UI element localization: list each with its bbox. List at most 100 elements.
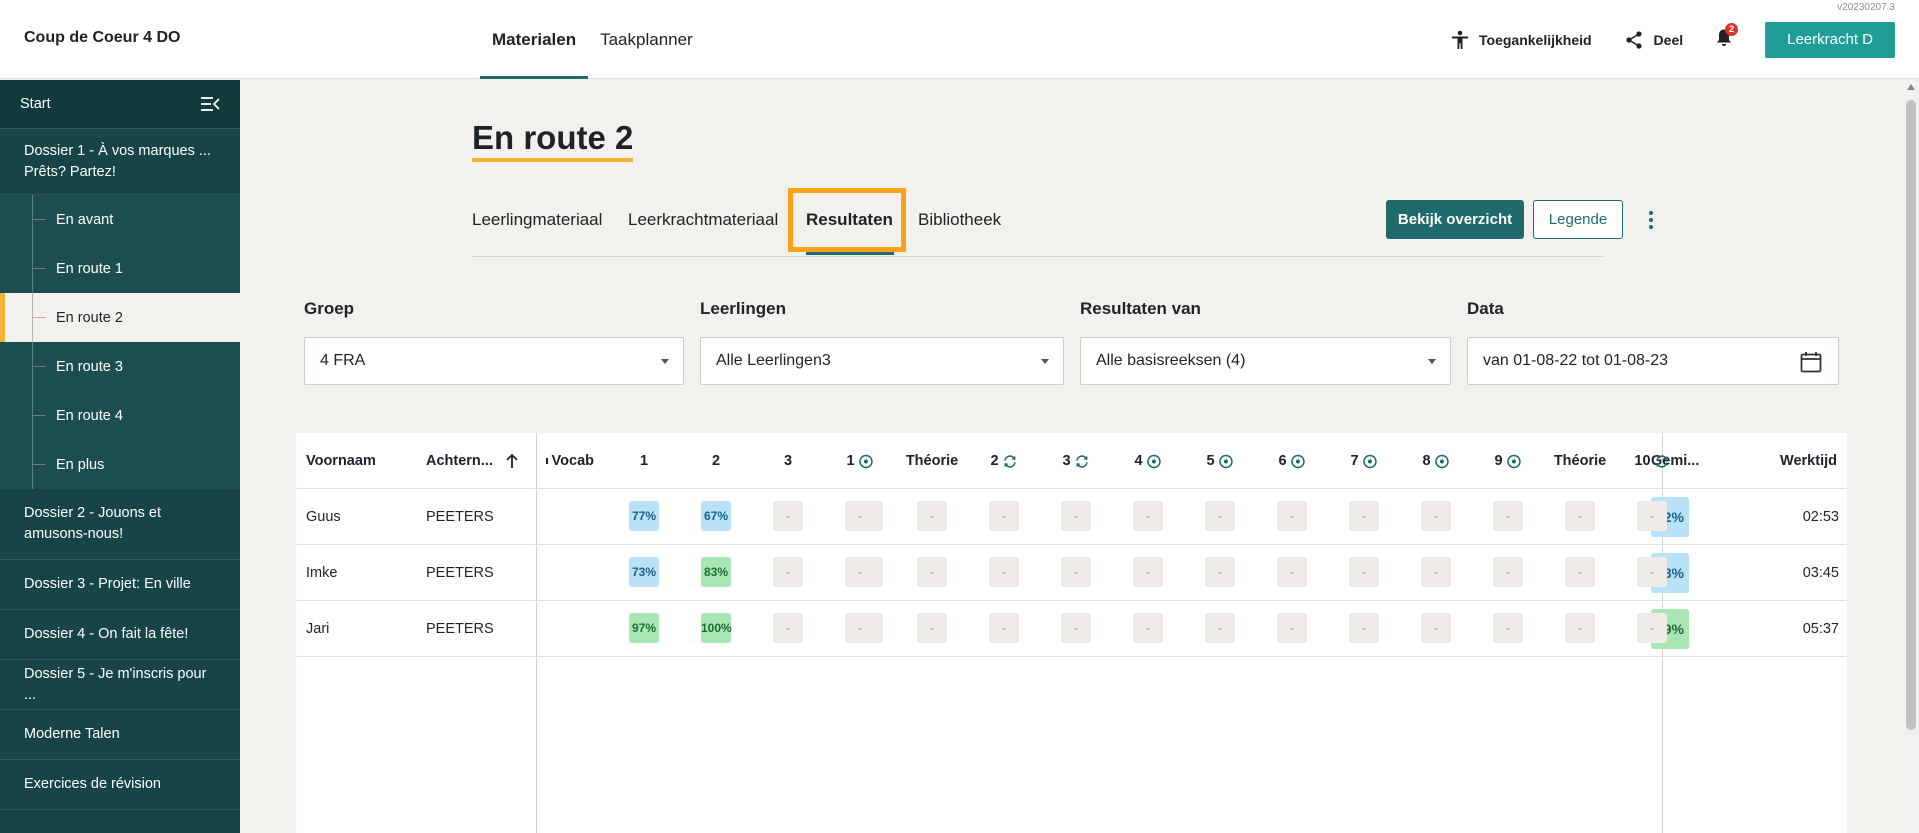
table-row[interactable]: Guus PEETERS 72% 02:53 -77%67%----------…: [296, 489, 1847, 545]
score-cell[interactable]: -: [845, 557, 875, 587]
page-scrollbar[interactable]: [1903, 80, 1919, 833]
score-cell[interactable]: -: [1493, 501, 1523, 531]
score-cell[interactable]: -: [1421, 501, 1451, 531]
score-cell[interactable]: -: [1277, 613, 1307, 643]
score-cell[interactable]: -: [773, 557, 803, 587]
score-cell[interactable]: -: [1349, 501, 1379, 531]
score-cell[interactable]: -: [1133, 501, 1163, 531]
header-achternaam[interactable]: Achtern...: [426, 453, 519, 469]
header-voornaam[interactable]: Voornaam: [306, 453, 376, 469]
score-cell[interactable]: -: [1349, 613, 1379, 643]
header-col-5[interactable]: Théorie: [906, 453, 958, 469]
score-cell[interactable]: -: [1205, 613, 1235, 643]
score-cell[interactable]: -: [1205, 501, 1235, 531]
score-cell[interactable]: 77%: [629, 501, 659, 531]
score-cell[interactable]: -: [1421, 613, 1451, 643]
score-cell[interactable]: -: [1565, 557, 1595, 587]
score-cell[interactable]: -: [1133, 557, 1163, 587]
score-cell[interactable]: 83%: [701, 557, 731, 587]
more-options-icon[interactable]: [1643, 208, 1659, 232]
header-col-11[interactable]: 7: [1350, 453, 1377, 469]
header-col-6[interactable]: 2: [990, 453, 1017, 469]
calendar-icon[interactable]: [1800, 351, 1822, 373]
score-cell[interactable]: -: [1493, 557, 1523, 587]
score-cell[interactable]: -: [1133, 613, 1163, 643]
sidebar-item-dossier-3[interactable]: Dossier 3 - Projet: En ville: [0, 560, 240, 610]
legend-button[interactable]: Legende: [1533, 200, 1623, 239]
score-cell[interactable]: -: [1277, 501, 1307, 531]
resultaten-van-select[interactable]: Alle basisreeksen (4): [1080, 337, 1451, 385]
score-cell[interactable]: -: [773, 501, 803, 531]
sidebar-item-exercices[interactable]: Exercices de révision: [0, 760, 240, 810]
app-title[interactable]: Coup de Coeur 4 DO: [24, 29, 180, 47]
sidebar-subitem-en-avant[interactable]: En avant: [0, 195, 240, 244]
header-werktijd[interactable]: Werktijd: [1780, 453, 1837, 469]
score-cell[interactable]: -: [845, 613, 875, 643]
header-col-4[interactable]: 1: [846, 453, 873, 469]
score-cell[interactable]: -: [1277, 557, 1307, 587]
score-cell[interactable]: -: [1061, 557, 1091, 587]
score-cell[interactable]: -: [1637, 613, 1667, 643]
sidebar-item-dossier-5[interactable]: Dossier 5 - Je m'inscris pour ...: [0, 660, 240, 710]
sidebar-item-dossier-4[interactable]: Dossier 4 - On fait la fête!: [0, 610, 240, 660]
table-row[interactable]: Imke PEETERS 78% 03:45 -73%83%----------…: [296, 545, 1847, 601]
header-col-14[interactable]: Théorie: [1554, 453, 1606, 469]
tab-leerkrachtmateriaal[interactable]: Leerkrachtmateriaal: [628, 210, 778, 230]
header-col-13[interactable]: 9: [1494, 453, 1521, 469]
header-col-3[interactable]: 3: [784, 453, 792, 469]
header-col-7[interactable]: 3: [1062, 453, 1089, 469]
notifications-button[interactable]: 2: [1715, 22, 1739, 53]
sidebar-subitem-en-route-3[interactable]: En route 3: [0, 342, 240, 391]
score-cell[interactable]: -: [917, 557, 947, 587]
score-cell[interactable]: 67%: [701, 501, 731, 531]
header-col-9[interactable]: 5: [1206, 453, 1233, 469]
score-cell[interactable]: -: [1565, 501, 1595, 531]
leerlingen-select[interactable]: Alle Leerlingen3: [700, 337, 1064, 385]
score-cell[interactable]: -: [1061, 501, 1091, 531]
user-menu-button[interactable]: Leerkracht D: [1765, 22, 1895, 58]
header-vocab[interactable]: Vocab: [546, 453, 594, 469]
score-cell[interactable]: -: [917, 613, 947, 643]
score-cell[interactable]: -: [1493, 613, 1523, 643]
sidebar-subitem-en-route-2[interactable]: En route 2: [0, 293, 240, 342]
score-cell[interactable]: -: [773, 613, 803, 643]
tab-materialen[interactable]: Materialen: [480, 0, 589, 79]
score-cell[interactable]: -: [845, 501, 875, 531]
score-cell[interactable]: -: [1637, 501, 1667, 531]
score-cell[interactable]: 97%: [629, 613, 659, 643]
groep-select[interactable]: 4 FRA: [304, 337, 684, 385]
collapse-menu-icon[interactable]: [200, 96, 220, 112]
header-col-10[interactable]: 6: [1278, 453, 1305, 469]
tab-taakplanner[interactable]: Taakplanner: [588, 0, 705, 79]
score-cell[interactable]: -: [989, 501, 1019, 531]
score-cell[interactable]: -: [917, 501, 947, 531]
sidebar-start[interactable]: Start: [0, 80, 240, 129]
score-cell[interactable]: -: [1205, 557, 1235, 587]
score-cell[interactable]: -: [1421, 557, 1451, 587]
score-cell[interactable]: -: [989, 557, 1019, 587]
header-col-8[interactable]: 4: [1134, 453, 1161, 469]
sidebar-subitem-en-plus[interactable]: En plus: [0, 440, 240, 489]
header-col-12[interactable]: 8: [1422, 453, 1449, 469]
score-cell[interactable]: 100%: [701, 613, 732, 643]
score-cell[interactable]: -: [1565, 613, 1595, 643]
sidebar-item-dossier-2[interactable]: Dossier 2 - Jouons et amusons-nous!: [0, 489, 240, 560]
header-col-15[interactable]: 10: [1634, 453, 1669, 469]
table-row[interactable]: Jari PEETERS 99% 05:37 -97%100%---------…: [296, 601, 1847, 657]
share-button[interactable]: Deel: [1624, 30, 1683, 50]
date-range-input[interactable]: van 01-08-22 tot 01-08-23: [1467, 337, 1839, 385]
scroll-up-arrow-icon[interactable]: [1907, 84, 1915, 90]
sidebar-item-dossier-1[interactable]: Dossier 1 - À vos marques ... Prêts? Par…: [0, 129, 240, 195]
overview-button[interactable]: Bekijk overzicht: [1386, 200, 1524, 239]
score-cell[interactable]: -: [989, 613, 1019, 643]
accessibility-button[interactable]: Toegankelijkheid: [1451, 30, 1592, 50]
score-cell[interactable]: 73%: [629, 557, 659, 587]
header-col-1[interactable]: 1: [640, 453, 648, 469]
score-cell[interactable]: -: [1349, 557, 1379, 587]
sidebar-subitem-en-route-4[interactable]: En route 4: [0, 391, 240, 440]
scrollbar-thumb[interactable]: [1906, 100, 1916, 730]
score-cell[interactable]: -: [1637, 557, 1667, 587]
tab-leerlingmateriaal[interactable]: Leerlingmateriaal: [472, 210, 602, 230]
score-cell[interactable]: -: [1061, 613, 1091, 643]
sidebar-item-moderne-talen[interactable]: Moderne Talen: [0, 710, 240, 760]
